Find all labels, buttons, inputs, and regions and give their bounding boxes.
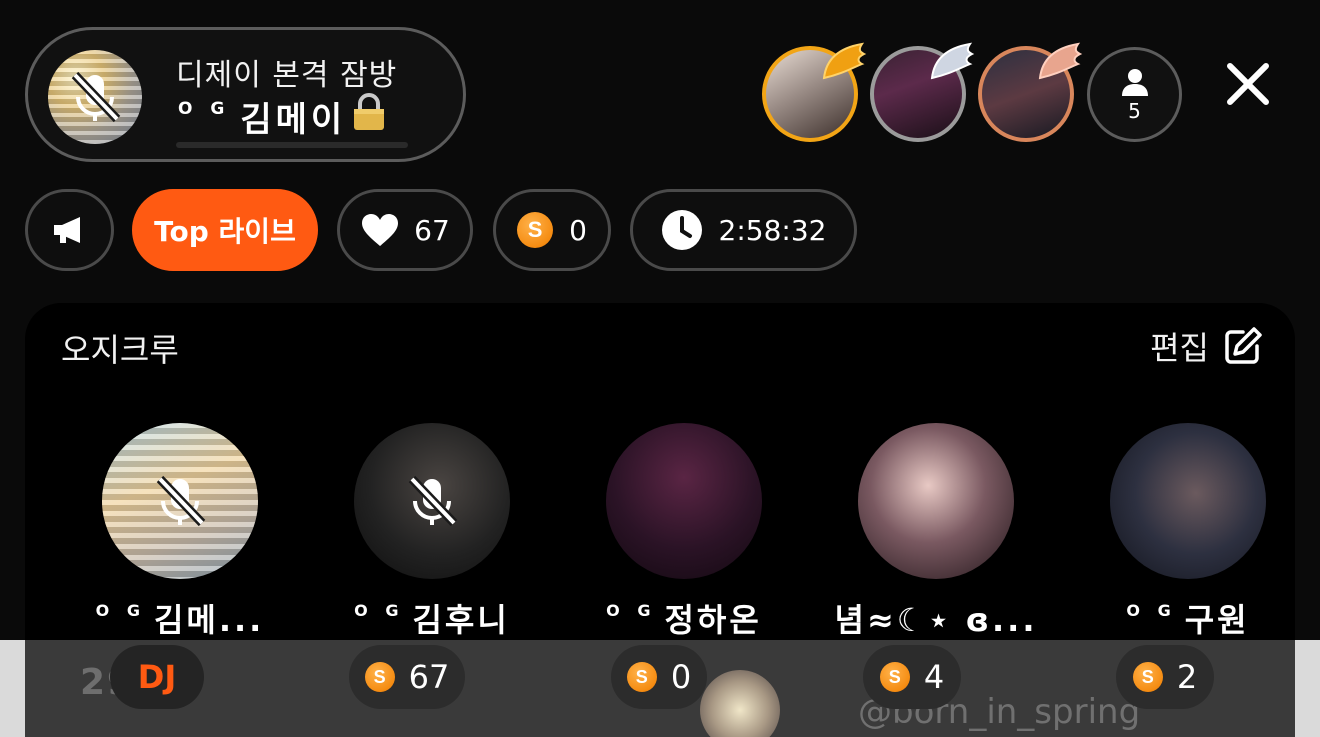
- viewer-count: 5: [1128, 98, 1141, 123]
- dj-badge: DJ: [110, 645, 204, 709]
- host-name: 김메이: [240, 100, 347, 140]
- member-name-text: 정하온: [664, 601, 762, 639]
- close-icon[interactable]: [1222, 58, 1274, 110]
- wing-icon: [930, 42, 975, 80]
- member-name-text: 김후니: [412, 601, 510, 639]
- member-name: O G 구원: [1073, 595, 1303, 641]
- coin-icon: S: [517, 212, 554, 248]
- mic-off-icon: [102, 423, 258, 579]
- coin-value: 67: [408, 658, 450, 696]
- wing-icon: [1038, 42, 1083, 80]
- member-avatar: [858, 423, 1014, 579]
- crew-member-1[interactable]: O G 김메...: [65, 423, 295, 641]
- coin-value: 0: [670, 658, 692, 696]
- wing-icon: [822, 42, 867, 80]
- viewer-count-button[interactable]: 5: [1087, 47, 1182, 142]
- edit-label: 편집: [1150, 329, 1209, 367]
- megaphone-icon: [53, 217, 80, 243]
- room-host-avatar: [48, 50, 142, 144]
- lock-icon: [350, 92, 388, 141]
- member-coin-badge: S 4: [863, 645, 961, 709]
- elapsed-time: 2:58:32: [718, 213, 827, 247]
- edit-icon: [1225, 327, 1262, 364]
- crew-member-4[interactable]: 념≈☾⋆ ɞ...: [821, 423, 1051, 641]
- heart-icon: [362, 214, 399, 246]
- coin-value: 4: [923, 658, 945, 696]
- room-info-pill[interactable]: 디제이 본격 잠방 O G 김메이: [25, 27, 466, 162]
- member-prefix: O G: [95, 600, 146, 620]
- coin-icon: S: [364, 662, 395, 692]
- coin-icon: S: [626, 662, 657, 692]
- elapsed-time-chip: 2:58:32: [630, 189, 857, 271]
- coin-icon: S: [879, 662, 910, 692]
- mic-off-icon: [48, 50, 142, 144]
- host-underline: [176, 142, 408, 148]
- mic-off-icon: [354, 423, 510, 579]
- crew-member-3[interactable]: O G 정하온: [569, 423, 799, 641]
- host-prefix: O G: [178, 98, 231, 119]
- member-coin-badge: S 0: [611, 645, 707, 709]
- edit-button[interactable]: 편집: [1150, 323, 1263, 369]
- member-name-text: 김메...: [153, 601, 265, 639]
- coins-count: 0: [569, 213, 587, 247]
- coins-chip[interactable]: S 0: [493, 189, 611, 271]
- announcement-button[interactable]: [25, 189, 114, 271]
- member-coin-badge: S 67: [349, 645, 465, 709]
- member-avatar: [1110, 423, 1266, 579]
- member-name-text: 념≈☾⋆ ɞ...: [834, 601, 1038, 639]
- clock-icon: [661, 210, 702, 250]
- crew-member-2[interactable]: O G 김후니: [317, 423, 547, 641]
- member-prefix: O G: [606, 600, 657, 620]
- member-avatar: [606, 423, 762, 579]
- member-avatar: [102, 423, 258, 579]
- member-name: O G 김메...: [65, 595, 295, 641]
- crew-member-5[interactable]: O G 구원: [1073, 423, 1303, 641]
- likes-chip[interactable]: 67: [337, 189, 473, 271]
- member-coin-badge: S 2: [1116, 645, 1214, 709]
- member-name: O G 김후니: [317, 595, 547, 641]
- coin-value: 2: [1176, 658, 1198, 696]
- member-name: 념≈☾⋆ ɞ...: [821, 595, 1051, 641]
- coin-icon: S: [1132, 662, 1163, 692]
- top-live-button[interactable]: Top 라이브: [132, 189, 318, 271]
- member-avatar: [354, 423, 510, 579]
- member-prefix: O G: [354, 600, 405, 620]
- person-icon: [1121, 68, 1148, 96]
- room-host-name: O G 김메이: [178, 92, 388, 141]
- member-name-text: 구원: [1184, 601, 1250, 639]
- member-prefix: O G: [1126, 600, 1177, 620]
- likes-count: 67: [414, 213, 450, 247]
- member-name: O G 정하온: [569, 595, 799, 641]
- room-title: 디제이 본격 잠방: [176, 58, 398, 93]
- panel-title: 오지크루: [61, 331, 179, 369]
